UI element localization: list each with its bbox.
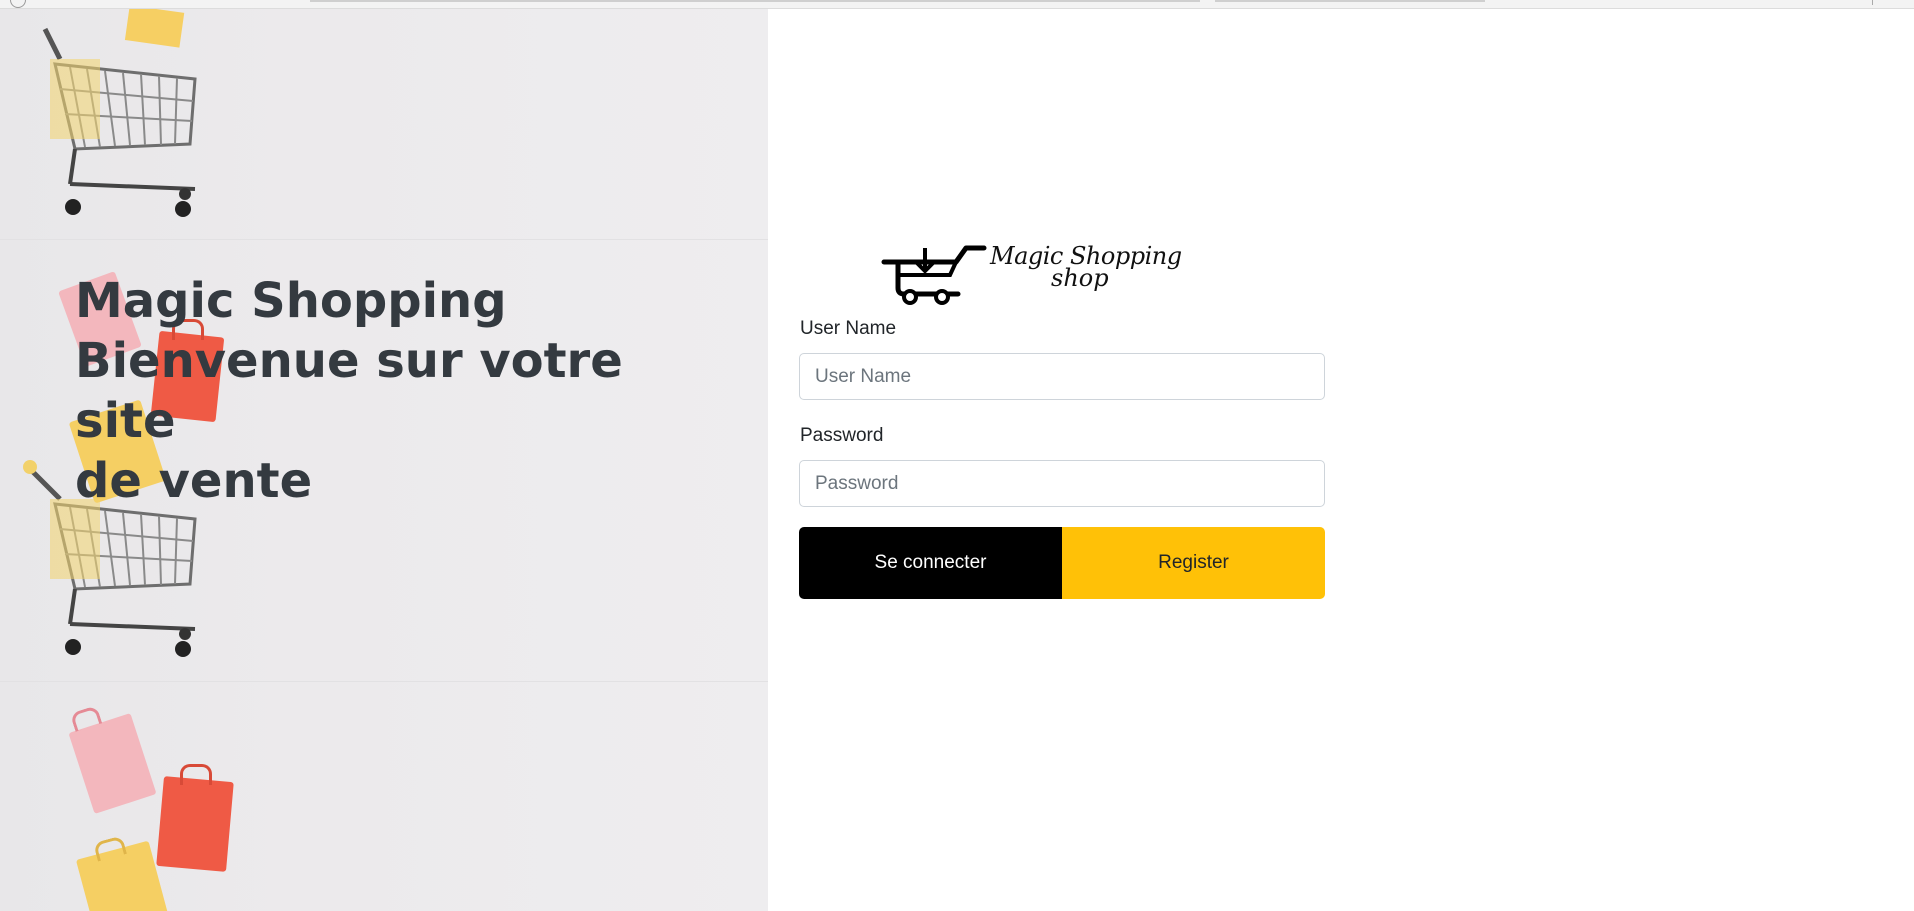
hero-title-line: Bienvenue sur votre site [75,333,623,449]
password-input[interactable] [799,460,1325,507]
password-label: Password [800,425,884,446]
bag-handle [180,764,212,785]
username-input[interactable] [799,353,1325,400]
tab-edge [1215,0,1485,2]
hero-title-line: Magic Shopping [75,273,507,329]
tile-divider [0,239,768,240]
username-label: User Name [800,318,897,339]
divider [1872,0,1873,5]
login-button[interactable]: Se connecter [799,527,1062,599]
hero-title-line: de vente [75,453,313,509]
tile-divider [0,681,768,682]
address-bar-edge [310,0,1200,2]
shopping-bag-red [156,776,234,872]
hero-background-image: Magic Shopping Bienvenue sur votre site … [0,9,768,911]
browser-top-bar [0,0,1914,9]
logo-subtext: shop [1051,264,1109,292]
shopping-cart-icon [42,9,197,217]
hero-title: Magic Shopping Bienvenue sur votre site … [75,271,695,511]
register-button[interactable]: Register [1062,527,1325,599]
browser-control-icon[interactable] [10,0,26,8]
